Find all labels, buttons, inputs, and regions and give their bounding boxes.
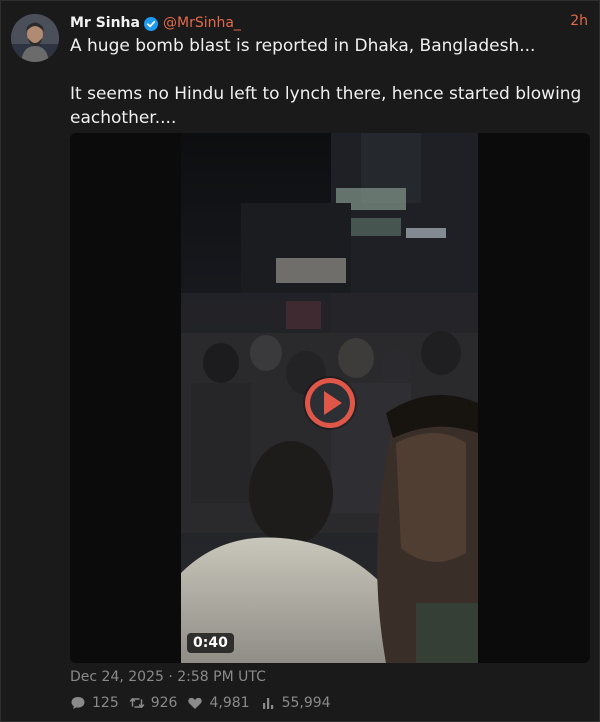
tweet-card: Mr Sinha @MrSinha_ 2h A huge bomb blast … <box>0 0 600 722</box>
verified-badge-icon <box>143 16 158 31</box>
video-player[interactable]: 0:40 <box>70 133 590 663</box>
heart-icon <box>188 697 203 709</box>
bar-chart-icon <box>262 698 273 709</box>
relative-timestamp[interactable]: 2h <box>570 13 588 29</box>
reply-stat[interactable]: 125 <box>70 695 119 711</box>
tweet-text-line: It seems no Hindu left to lynch there, h… <box>70 84 582 128</box>
post-date[interactable]: Dec 24, 2025 · 2:58 PM UTC <box>70 669 266 685</box>
retweet-count: 926 <box>150 695 178 711</box>
retweet-stat[interactable]: 926 <box>129 695 178 711</box>
like-stat[interactable]: 4,981 <box>187 695 250 711</box>
tweet-header: Mr Sinha @MrSinha_ <box>70 13 241 33</box>
views-stat[interactable]: 55,994 <box>260 695 331 711</box>
avatar[interactable] <box>11 14 59 62</box>
comment-icon <box>71 697 85 709</box>
like-count: 4,981 <box>209 695 250 711</box>
reply-count: 125 <box>92 695 119 711</box>
video-duration: 0:40 <box>187 633 234 653</box>
tweet-text: A huge bomb blast is reported in Dhaka, … <box>70 34 590 130</box>
play-button[interactable] <box>305 378 355 428</box>
retweet-icon <box>129 698 144 708</box>
play-icon <box>324 391 342 415</box>
author-display-name[interactable]: Mr Sinha <box>70 15 140 31</box>
views-count: 55,994 <box>281 695 331 711</box>
author-handle[interactable]: @MrSinha_ <box>163 15 241 31</box>
tweet-stats: 125 926 4,981 55,994 <box>70 695 341 711</box>
tweet-text-line: A huge bomb blast is reported in Dhaka, … <box>70 36 536 56</box>
